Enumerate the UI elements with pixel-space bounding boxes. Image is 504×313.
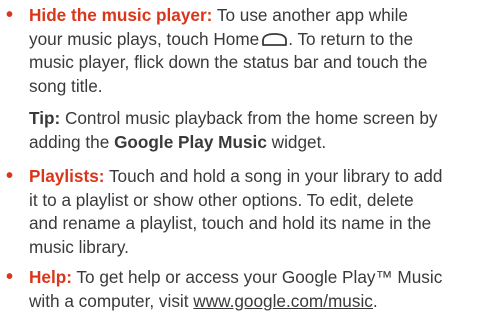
text-line: and rename a playlist, touch and hold it…	[29, 212, 503, 236]
text-segment: your music plays, touch Home	[29, 29, 259, 49]
text-line: Help: To get help or access your Google …	[29, 266, 503, 290]
text-line: music player, flick down the status bar …	[29, 51, 503, 75]
text-line: Hide the music player: To use another ap…	[29, 4, 503, 28]
text-segment: widget.	[267, 132, 326, 152]
term-label: Help:	[29, 267, 72, 287]
term-description: Touch and hold a song in your library to…	[104, 166, 442, 186]
home-icon	[261, 32, 288, 46]
text-segment: .	[373, 291, 378, 311]
text-segment: . To return to the	[288, 29, 413, 49]
text-line: Playlists: Touch and hold a song in your…	[29, 165, 503, 189]
tip-note: Tip: Control music playback from the hom…	[29, 107, 501, 154]
bullet: •	[6, 165, 13, 189]
list-item-body: Hide the music player: To use another ap…	[29, 4, 503, 98]
text-segment: adding the	[29, 132, 114, 152]
text-segment: with a computer, visit	[29, 291, 193, 311]
bullet: •	[6, 4, 13, 28]
google-music-link[interactable]: www.google.com/music	[193, 291, 373, 311]
text-line: with a computer, visit www.google.com/mu…	[29, 290, 503, 313]
term-description: To use another app while	[212, 5, 408, 25]
text-line: song title.	[29, 75, 503, 99]
term-label: Hide the music player:	[29, 5, 212, 25]
widget-name: Google Play Music	[114, 132, 267, 152]
bullet: •	[6, 266, 13, 290]
text-line: it to a playlist or show other options. …	[29, 189, 503, 213]
term-label: Playlists:	[29, 166, 104, 186]
list-item-body: Playlists: Touch and hold a song in your…	[29, 165, 503, 259]
tip-label: Tip:	[29, 108, 60, 128]
term-description: To get help or access your Google Play™ …	[72, 267, 442, 287]
text-line: your music plays, touch Home . To return …	[29, 28, 503, 52]
text-line: adding the Google Play Music widget.	[29, 131, 501, 155]
document-page: • Hide the music player: To use another …	[0, 0, 504, 312]
text-line: Tip: Control music playback from the hom…	[29, 107, 501, 131]
text-line: music library.	[29, 236, 503, 260]
text-segment: Control music playback from the home scr…	[60, 108, 437, 128]
list-item-body: Help: To get help or access your Google …	[29, 266, 503, 313]
